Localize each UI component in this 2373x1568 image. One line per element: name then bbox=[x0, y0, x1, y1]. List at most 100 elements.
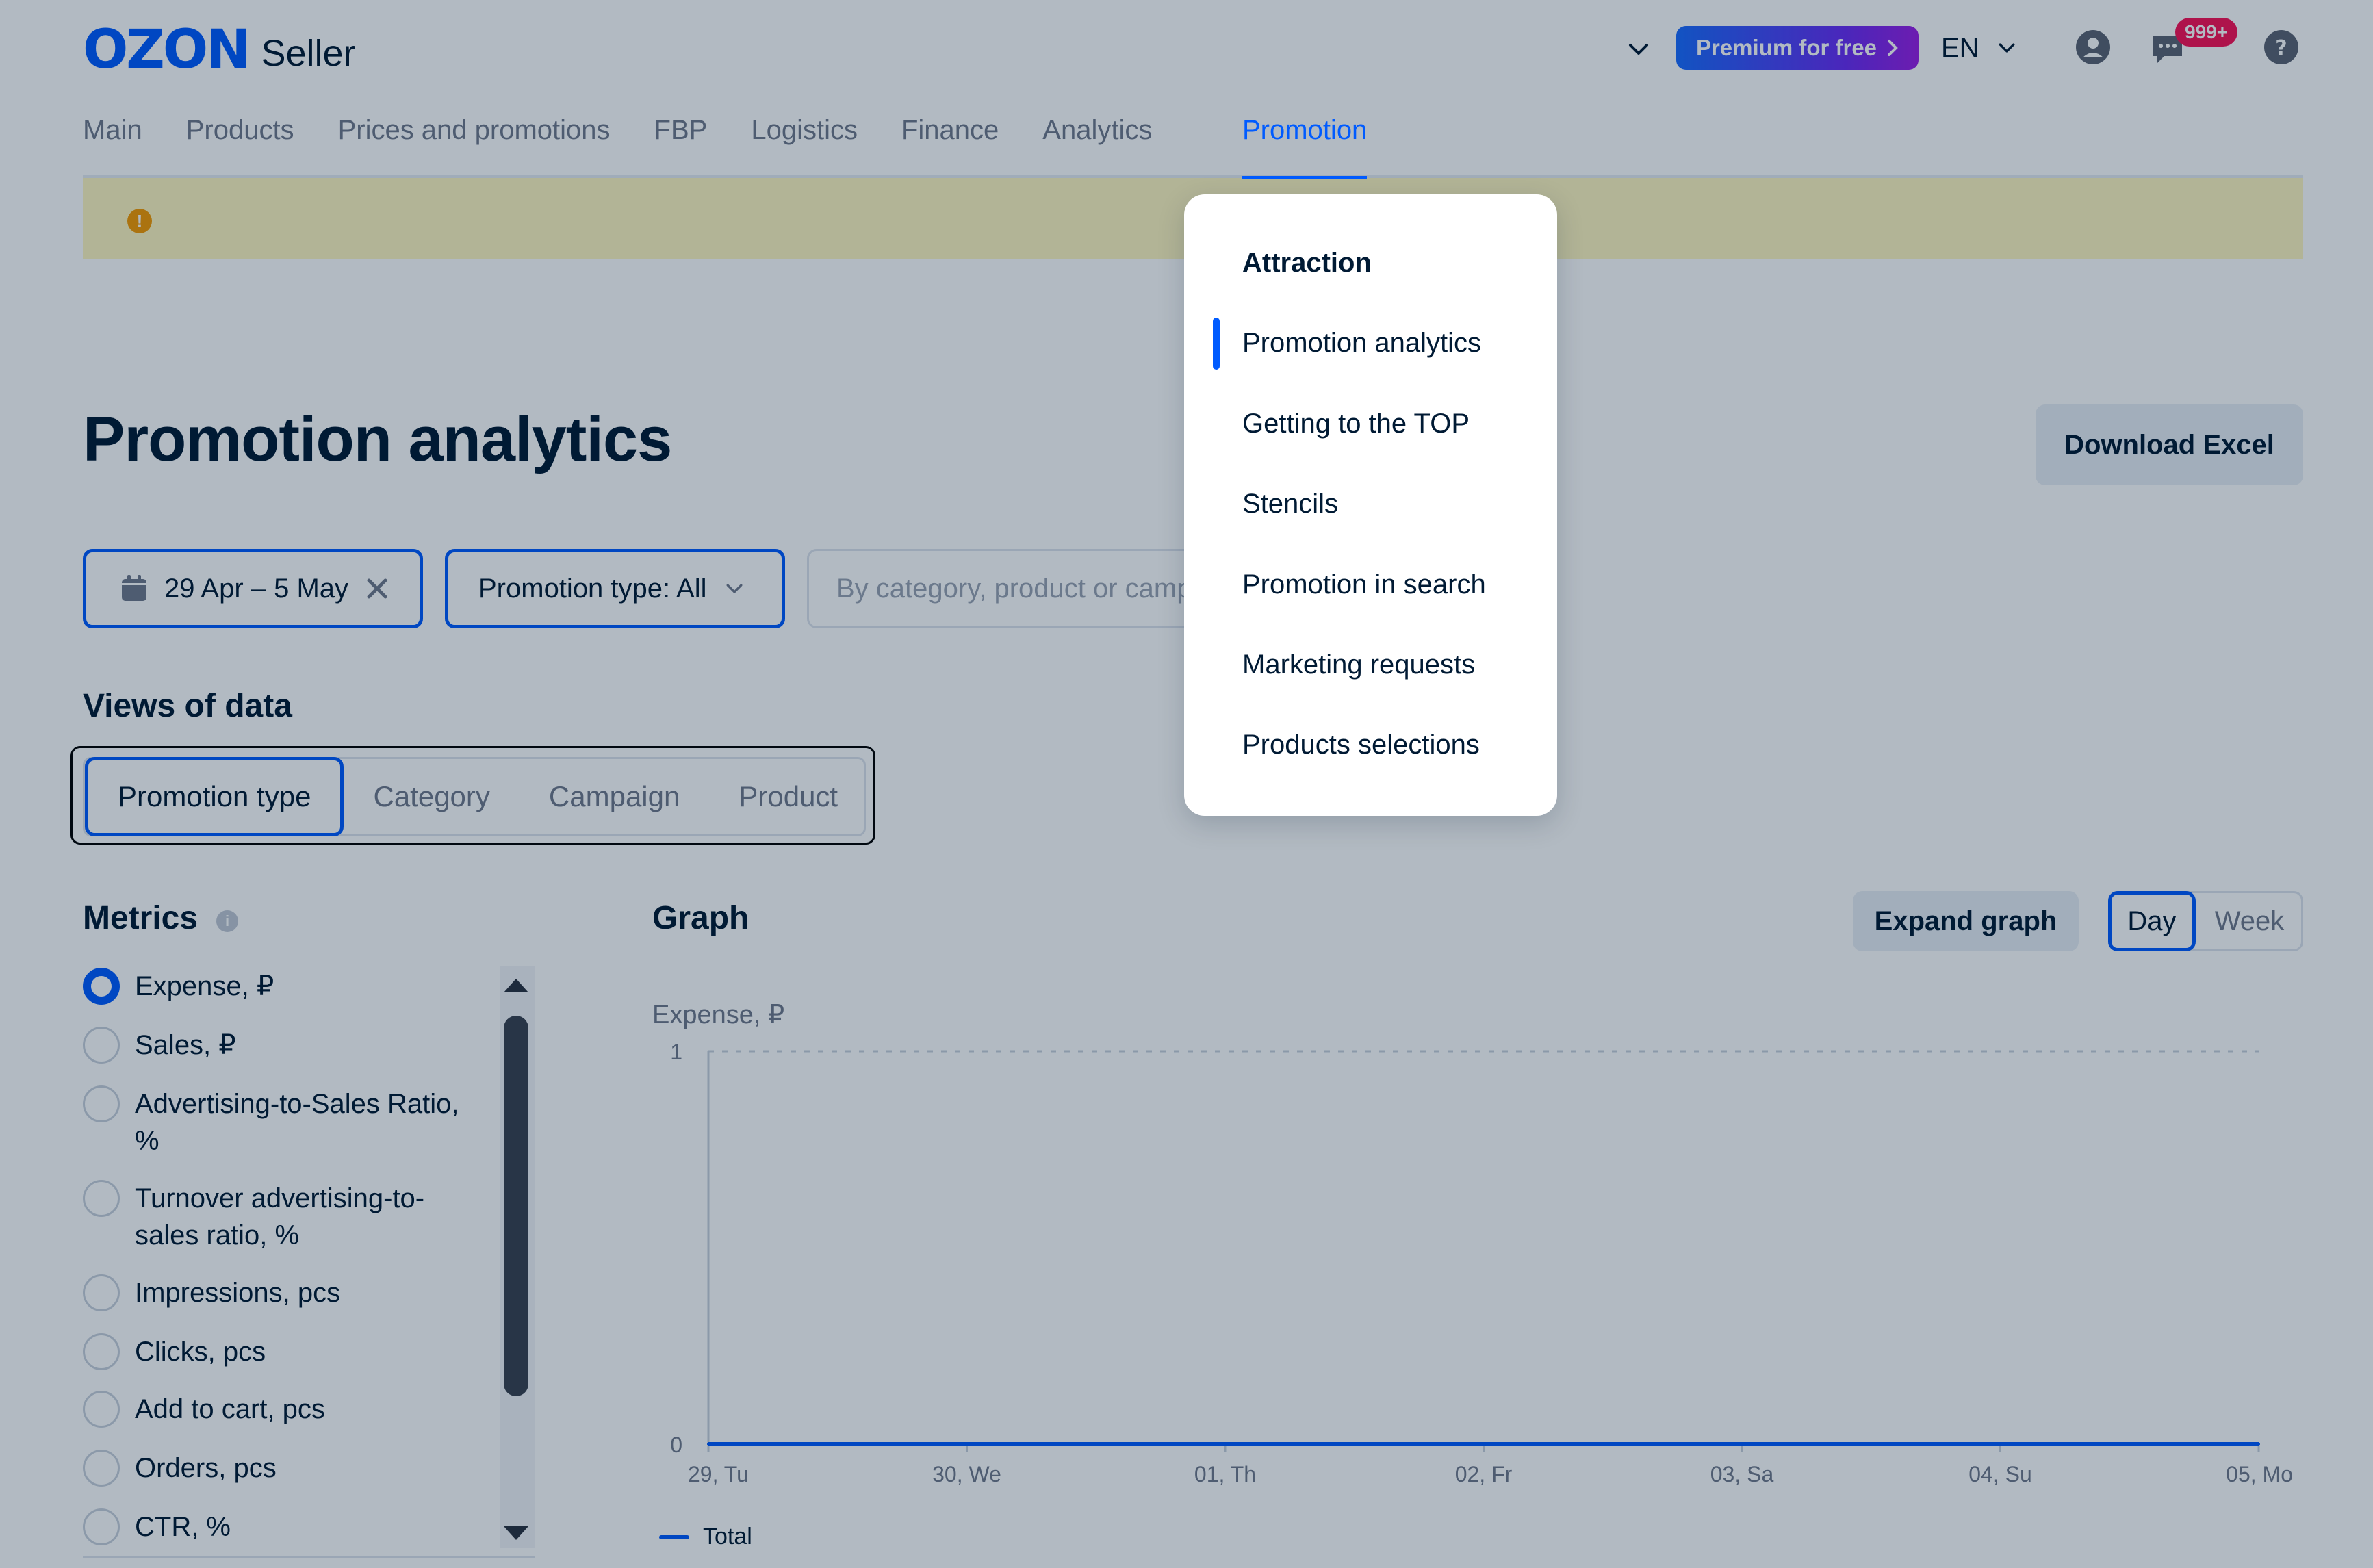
warning-icon: ! bbox=[127, 209, 152, 233]
metric-label: Orders, pcs bbox=[135, 1453, 277, 1483]
download-excel-button[interactable]: Download Excel bbox=[2036, 404, 2303, 485]
chart-data-point bbox=[1224, 1443, 1227, 1445]
chart-data-point bbox=[1741, 1443, 1743, 1445]
metric-clicks[interactable]: Clicks, pcs bbox=[83, 1333, 507, 1370]
scrollbar-thumb[interactable] bbox=[504, 1016, 528, 1396]
metrics-heading: Metrics bbox=[83, 900, 198, 936]
legend-label: Total bbox=[703, 1524, 752, 1550]
chart-y-axis-label: Expense, ₽ bbox=[652, 1001, 785, 1029]
metric-impressions[interactable]: Impressions, pcs bbox=[83, 1274, 507, 1311]
promotion-type-filter[interactable]: Promotion type: All bbox=[445, 549, 785, 628]
period-week-button[interactable]: Week bbox=[2196, 891, 2303, 951]
nav-item-prices-and-promotions[interactable]: Prices and promotions bbox=[338, 115, 611, 179]
promotion-dropdown-menu: Attraction Promotion analytics Getting t… bbox=[1184, 194, 1557, 816]
menu-item-promotion-in-search[interactable]: Promotion in search bbox=[1242, 569, 1486, 600]
metrics-bottom-divider bbox=[83, 1556, 535, 1558]
metric-expense[interactable]: Expense, ₽ bbox=[83, 968, 507, 1005]
metric-add-to-cart[interactable]: Add to cart, pcs bbox=[83, 1391, 507, 1428]
radio-button[interactable] bbox=[83, 1180, 120, 1217]
seller-page: OZON Seller Premium for free EN 999+ ? M… bbox=[0, 0, 2373, 1568]
radio-button[interactable] bbox=[83, 1027, 120, 1064]
radio-button[interactable] bbox=[83, 1085, 120, 1122]
views-of-data-heading: Views of data bbox=[83, 688, 292, 724]
metric-label-line2: % bbox=[135, 1126, 159, 1156]
metric-advertising-to-sales-ratio[interactable]: Advertising-to-Sales Ratio,% bbox=[83, 1085, 507, 1159]
info-icon[interactable]: i bbox=[216, 910, 238, 932]
menu-heading-attraction: Attraction bbox=[1242, 248, 1372, 278]
svg-text:?: ? bbox=[2275, 36, 2287, 60]
radio-button[interactable] bbox=[83, 1333, 120, 1370]
period-day-button[interactable]: Day bbox=[2108, 891, 2196, 951]
premium-label: Premium for free bbox=[1695, 35, 1877, 60]
chart-data-point bbox=[707, 1443, 710, 1445]
chart-legend[interactable]: Total bbox=[659, 1524, 752, 1550]
metric-ctr[interactable]: CTR, % bbox=[83, 1508, 507, 1545]
scroll-down-arrow-icon[interactable] bbox=[504, 1526, 528, 1540]
chart-y-tick-label: 0 bbox=[670, 1432, 682, 1457]
graph-heading: Graph bbox=[652, 900, 749, 936]
radio-button[interactable] bbox=[83, 1508, 120, 1545]
chart-x-tick-label: 05, Mo bbox=[2226, 1462, 2293, 1487]
logo-product: Seller bbox=[261, 33, 356, 74]
chevron-down-icon bbox=[726, 584, 742, 593]
chevron-right-icon bbox=[1888, 40, 1898, 56]
chevron-down-icon[interactable] bbox=[1624, 34, 1654, 64]
expand-graph-button[interactable]: Expand graph bbox=[1853, 891, 2079, 951]
language-selector[interactable]: EN bbox=[1941, 29, 2019, 67]
legend-swatch bbox=[659, 1534, 689, 1539]
promotion-type-value: Promotion type: All bbox=[478, 573, 707, 604]
radio-button[interactable] bbox=[83, 1391, 120, 1428]
metric-label-line1: Turnover advertising-to- bbox=[135, 1183, 425, 1213]
nav-item-logistics[interactable]: Logistics bbox=[751, 115, 858, 179]
tab-category[interactable]: Category bbox=[344, 757, 519, 836]
date-range-filter[interactable]: 29 Apr – 5 May bbox=[83, 549, 423, 628]
chart-x-tick-label: 04, Su bbox=[1968, 1462, 2032, 1487]
tab-campaign[interactable]: Campaign bbox=[520, 757, 709, 836]
nav-item-main[interactable]: Main bbox=[83, 115, 142, 179]
nav-item-promotion[interactable]: Promotion bbox=[1242, 115, 1368, 179]
chart-data-point bbox=[2257, 1443, 2260, 1445]
premium-button[interactable]: Premium for free bbox=[1676, 26, 1919, 70]
metric-label: Turnover advertising-to-sales ratio, % bbox=[135, 1180, 424, 1254]
metric-label-line2: sales ratio, % bbox=[135, 1220, 300, 1250]
menu-item-getting-to-the-top[interactable]: Getting to the TOP bbox=[1242, 409, 1470, 439]
expense-chart: 1 029, Tu 30, We 01, Th 02, Fr 03, Sa 04, Su 05… bbox=[670, 1040, 2293, 1487]
ozon-seller-logo[interactable]: OZON Seller bbox=[83, 19, 356, 81]
metric-orders[interactable]: Orders, pcs bbox=[83, 1450, 507, 1487]
metric-turnover-advertising-to-sales-ratio[interactable]: Turnover advertising-to-sales ratio, % bbox=[83, 1180, 507, 1254]
metric-sales[interactable]: Sales, ₽ bbox=[83, 1027, 507, 1064]
language-label: EN bbox=[1941, 32, 1979, 63]
metric-label: Advertising-to-Sales Ratio,% bbox=[135, 1085, 459, 1159]
chart-data-point bbox=[965, 1443, 969, 1445]
metric-label: Clicks, pcs bbox=[135, 1337, 266, 1367]
tab-promotion-type[interactable]: Promotion type bbox=[85, 757, 344, 836]
radio-button[interactable] bbox=[83, 1274, 120, 1311]
date-range-value: 29 Apr – 5 May bbox=[164, 573, 349, 604]
menu-item-promotion-analytics[interactable]: Promotion analytics bbox=[1242, 328, 1481, 359]
metric-label: CTR, % bbox=[135, 1512, 231, 1542]
chart-y-tick-label: 1 bbox=[670, 1040, 682, 1064]
metric-label: Add to cart, pcs bbox=[135, 1394, 325, 1424]
radio-button[interactable] bbox=[83, 1450, 120, 1487]
radio-button[interactable] bbox=[83, 968, 120, 1005]
metric-label: Sales, ₽ bbox=[135, 1030, 236, 1060]
metric-label-line1: Advertising-to-Sales Ratio, bbox=[135, 1089, 459, 1119]
tab-product[interactable]: Product bbox=[709, 757, 867, 836]
nav-item-products[interactable]: Products bbox=[186, 115, 294, 179]
logo-brand: OZON bbox=[83, 19, 251, 81]
chart-x-tick-label: 01, Th bbox=[1194, 1462, 1256, 1487]
menu-item-stencils[interactable]: Stencils bbox=[1242, 489, 1338, 519]
menu-item-products-selections[interactable]: Products selections bbox=[1242, 730, 1480, 760]
chart-x-tick-label: 03, Sa bbox=[1710, 1462, 1774, 1487]
user-icon[interactable] bbox=[2075, 29, 2112, 66]
help-icon[interactable]: ? bbox=[2263, 29, 2300, 66]
nav-item-analytics[interactable]: Analytics bbox=[1042, 115, 1152, 179]
chart-x-tick-label: 02, Fr bbox=[1455, 1462, 1513, 1487]
menu-item-marketing-requests[interactable]: Marketing requests bbox=[1242, 650, 1475, 680]
chart-data-point bbox=[1482, 1443, 1485, 1445]
nav-item-fbp[interactable]: FBP bbox=[654, 115, 708, 179]
views-tabs: Promotion type Category Campaign Product bbox=[83, 757, 866, 836]
scroll-up-arrow-icon[interactable] bbox=[504, 979, 528, 992]
nav-item-finance[interactable]: Finance bbox=[901, 115, 999, 179]
close-icon[interactable] bbox=[363, 575, 391, 602]
